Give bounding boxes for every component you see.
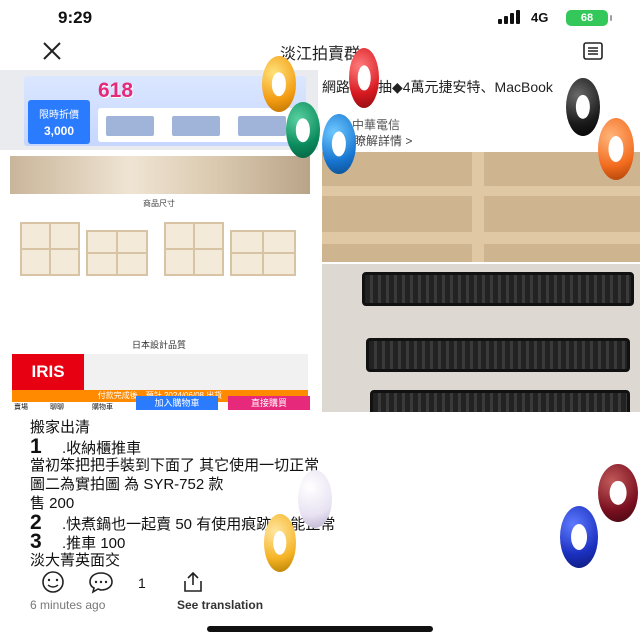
nav-chat: 聊聊 <box>50 404 64 411</box>
top-nav: 淡江拍賣群 <box>0 34 640 70</box>
iris-logo: IRIS <box>12 354 84 390</box>
desc-line: 1 .收納櫃推車 <box>30 435 142 458</box>
shelf-diagram <box>86 230 148 276</box>
ad-618-label: 618 <box>98 79 134 102</box>
japan-label: 日本設計品質 <box>131 340 186 350</box>
link-preview-cta[interactable]: 瞭解詳情 > <box>354 132 412 149</box>
size-label: 商品尺寸 <box>143 199 175 208</box>
nav-cart: 購物車 <box>92 404 113 411</box>
post-image-cart[interactable] <box>322 264 640 412</box>
see-translation-link[interactable]: See translation <box>177 598 263 612</box>
ball-icon <box>264 514 296 572</box>
shelf-diagram <box>164 222 224 276</box>
nav-shop: 賣場 <box>14 404 28 411</box>
status-bar: 9:29 4G 68 <box>0 0 640 34</box>
desc-line: 搬家出清 <box>30 419 91 436</box>
menu-icon[interactable] <box>583 42 603 60</box>
ball-icon <box>598 464 638 522</box>
share-icon[interactable] <box>180 570 206 594</box>
home-indicator <box>207 626 433 632</box>
emoji-icon[interactable] <box>40 570 66 594</box>
post-image-shelf[interactable] <box>322 152 640 262</box>
add-to-cart-button: 加入購物車 <box>136 396 218 410</box>
ad-coupon-label: 限時折價 <box>39 110 79 121</box>
like-count: 1 <box>138 575 146 591</box>
desc-line: 3 .推車 100 <box>30 530 126 553</box>
shelf-diagram <box>20 222 80 276</box>
post-timestamp: 6 minutes ago <box>30 598 106 612</box>
screen: 9:29 4G 68 淡江拍賣群 618 限時折價 3,000 網路申請抽◆4萬… <box>0 0 640 640</box>
post-image-product-sheet[interactable]: 商品尺寸 日本設計品質 IRIS 付款完成後，預計 2024/06/08 出貨 … <box>0 150 318 412</box>
ball-icon <box>560 506 598 568</box>
link-preview-org: 中華電信 <box>352 118 401 132</box>
status-time: 9:29 <box>58 8 93 27</box>
ball-icon <box>262 56 296 112</box>
ad-coupon-value: 3,000 <box>43 124 75 138</box>
battery-icon: 68 <box>566 10 612 26</box>
ball-icon <box>322 114 356 174</box>
ad-coupon: 限時折價 3,000 <box>28 100 90 144</box>
ball-icon <box>298 470 332 528</box>
buy-now-button: 直接購買 <box>228 396 310 410</box>
post-actions: 1 <box>0 568 640 598</box>
product-strip: IRIS <box>12 354 308 390</box>
network-label: 4G <box>531 10 549 25</box>
shelf-photo <box>10 156 310 194</box>
ball-icon <box>598 118 634 180</box>
ball-icon <box>349 48 379 108</box>
ad-items <box>98 108 298 142</box>
shelf-diagram <box>230 230 296 276</box>
page-title: 淡江拍賣群 <box>279 46 360 63</box>
ball-icon <box>566 78 600 136</box>
ball-icon <box>286 102 320 158</box>
comment-icon[interactable] <box>88 570 114 594</box>
